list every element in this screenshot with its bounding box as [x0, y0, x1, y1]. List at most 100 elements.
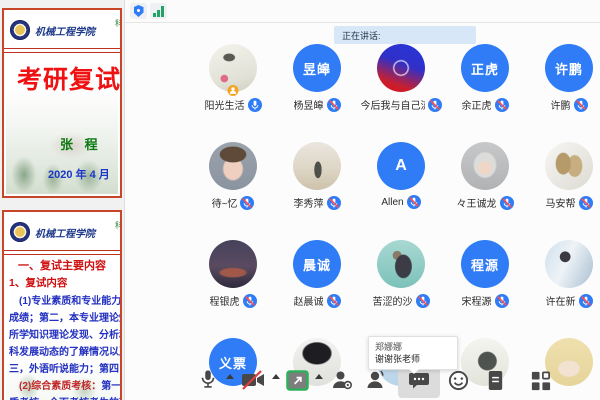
slide-date: 2020 年 4 月	[48, 166, 110, 182]
share-screen-icon	[286, 370, 309, 391]
participant-avatar	[293, 142, 341, 190]
slide-divider	[4, 250, 120, 255]
panel-topbar	[125, 0, 600, 23]
slide-subheading: 1、复试内容	[9, 275, 120, 290]
participant-tile[interactable]: 々王诚龙	[443, 142, 527, 210]
participant-name: Allen	[381, 197, 403, 208]
mic-muted-icon	[574, 98, 588, 112]
mic-muted-icon	[416, 294, 430, 308]
participant-name: 苦涩的沙	[373, 293, 413, 308]
avatar-initials: 昱皞	[303, 59, 331, 78]
participant-avatar: 晨诚	[293, 240, 341, 288]
conference-panel: 正在讲话: 阳光生活昱皞杨昱皞今后我与自己流...正虎余正虎许鹏许鹏待~忆李秀萍…	[124, 0, 600, 400]
meeting-toolbar: 35	[125, 358, 600, 400]
slide-body-line: 质考核．全面考核考生的政治态度	[9, 395, 120, 400]
mic-icon	[197, 368, 219, 392]
mic-muted-icon	[579, 294, 593, 308]
mic-muted-icon	[495, 294, 509, 308]
participant-avatar	[461, 142, 509, 190]
participant-tile[interactable]: 许鹏许鹏	[527, 44, 600, 112]
slide-body: (1)专业素质和专业能力：第一成绩；第二，本专业理论知识和实所学知识理论发现、分…	[9, 293, 120, 400]
layout-button[interactable]	[522, 362, 558, 398]
slide-body-line: (1)专业素质和专业能力：第一	[9, 293, 120, 310]
slide-body-line: 所学知识理论发现、分析和解决专	[9, 327, 120, 344]
avatar-initials: 程源	[471, 255, 499, 274]
slide-heading: 一、复试主要内容	[4, 257, 120, 273]
layout-icon	[529, 369, 552, 392]
camera-off-button[interactable]	[235, 362, 271, 398]
slide-header: 机械工程学院 科	[4, 212, 120, 247]
mic-muted-icon	[240, 196, 254, 210]
avatar-initials: 正虎	[471, 59, 499, 78]
docs-button[interactable]	[477, 362, 513, 398]
participant-tile[interactable]: A Allen	[359, 142, 443, 209]
participant-name: 今后我与自己流...	[361, 97, 425, 112]
mic-muted-icon	[327, 196, 341, 210]
slide-title: 考研复试	[17, 60, 121, 96]
slide-body-line: 成绩；第二，本专业理论知识和实	[9, 310, 120, 327]
participant-name: 李秀萍	[294, 195, 324, 210]
mic-muted-icon	[243, 294, 257, 308]
mic-muted-icon	[327, 294, 341, 308]
participant-tile[interactable]: 待~忆	[191, 142, 275, 210]
participant-tile[interactable]: 马安帮	[527, 142, 600, 210]
participant-name: 赵晨诚	[294, 293, 324, 308]
slide-header-right-text: 科	[115, 18, 122, 29]
mic-on-icon	[248, 98, 262, 112]
slide-body-line: 三，外语听说能力；第四，创新精	[9, 361, 120, 378]
meeting-security-button[interactable]	[130, 3, 147, 19]
avatar-initials: 晨诚	[303, 255, 331, 274]
avatar-initials: 许鹏	[555, 59, 583, 78]
school-name: 机械工程学院	[35, 23, 95, 38]
participant-avatar: 许鹏	[545, 44, 593, 92]
participant-tile[interactable]: 今后我与自己流...	[359, 44, 443, 112]
host-badge-icon	[228, 85, 239, 96]
mic-muted-icon	[579, 196, 593, 210]
participant-tile[interactable]: 李秀萍	[275, 142, 359, 210]
slide-divider	[4, 48, 120, 53]
participant-tile[interactable]: 昱皞杨昱皞	[275, 44, 359, 112]
participant-tile[interactable]: 正虎余正虎	[443, 44, 527, 112]
mic-muted-icon	[428, 98, 442, 112]
participant-name: 余正虎	[462, 97, 492, 112]
participant-avatar	[377, 240, 425, 288]
slide-cover[interactable]: 机械工程学院 科 考研复试 张 程 2020 年 4 月	[2, 8, 122, 198]
invite-button[interactable]	[324, 362, 360, 398]
mic-button[interactable]	[190, 362, 226, 398]
participant-name: 马安帮	[546, 195, 576, 210]
school-logo-icon	[10, 222, 30, 242]
invite-icon	[330, 368, 354, 392]
participant-tile[interactable]: 程源宋程源	[443, 240, 527, 308]
mic-muted-icon	[500, 196, 514, 210]
share-screen-options-arrow[interactable]	[315, 374, 323, 379]
participant-avatar: A	[377, 142, 425, 190]
slide-header: 机械工程学院 科	[4, 10, 120, 45]
speaking-indicator: 正在讲话:	[334, 26, 476, 44]
shield-icon	[134, 5, 144, 17]
signal-bars-icon	[153, 6, 164, 17]
participant-tile[interactable]: 苦涩的沙	[359, 240, 443, 308]
share-screen-button[interactable]	[279, 362, 315, 398]
participant-name: 许在新	[546, 293, 576, 308]
participant-name: 待~忆	[212, 195, 238, 210]
slide-content[interactable]: 机械工程学院 科 一、复试主要内容 1、复试内容 (1)专业素质和专业能力：第一…	[2, 210, 122, 400]
mic-muted-icon	[327, 98, 341, 112]
participant-avatar: 昱皞	[293, 44, 341, 92]
network-status-button[interactable]	[150, 3, 167, 19]
chat-message: 谢谢张老师	[375, 353, 451, 365]
reactions-icon	[447, 369, 470, 392]
mic-options-arrow[interactable]	[226, 374, 234, 379]
school-name: 机械工程学院	[35, 225, 95, 240]
participant-tile[interactable]: 晨诚赵晨诚	[275, 240, 359, 308]
participant-name: 程银虎	[210, 293, 240, 308]
camera-off-icon	[240, 369, 266, 391]
participant-avatar	[209, 142, 257, 190]
participant-tile[interactable]: 程银虎	[191, 240, 275, 308]
school-logo-icon	[10, 20, 30, 40]
participant-tile[interactable]: 许在新	[527, 240, 600, 308]
participant-tile[interactable]: 阳光生活	[191, 44, 275, 112]
participant-avatar	[545, 240, 593, 288]
chat-preview-tooltip: 郑娜娜 谢谢张老师	[368, 336, 458, 370]
slide-body-line: (2)综合素质考核：第一，考生	[9, 378, 120, 395]
participant-name: 々王诚龙	[457, 195, 497, 210]
